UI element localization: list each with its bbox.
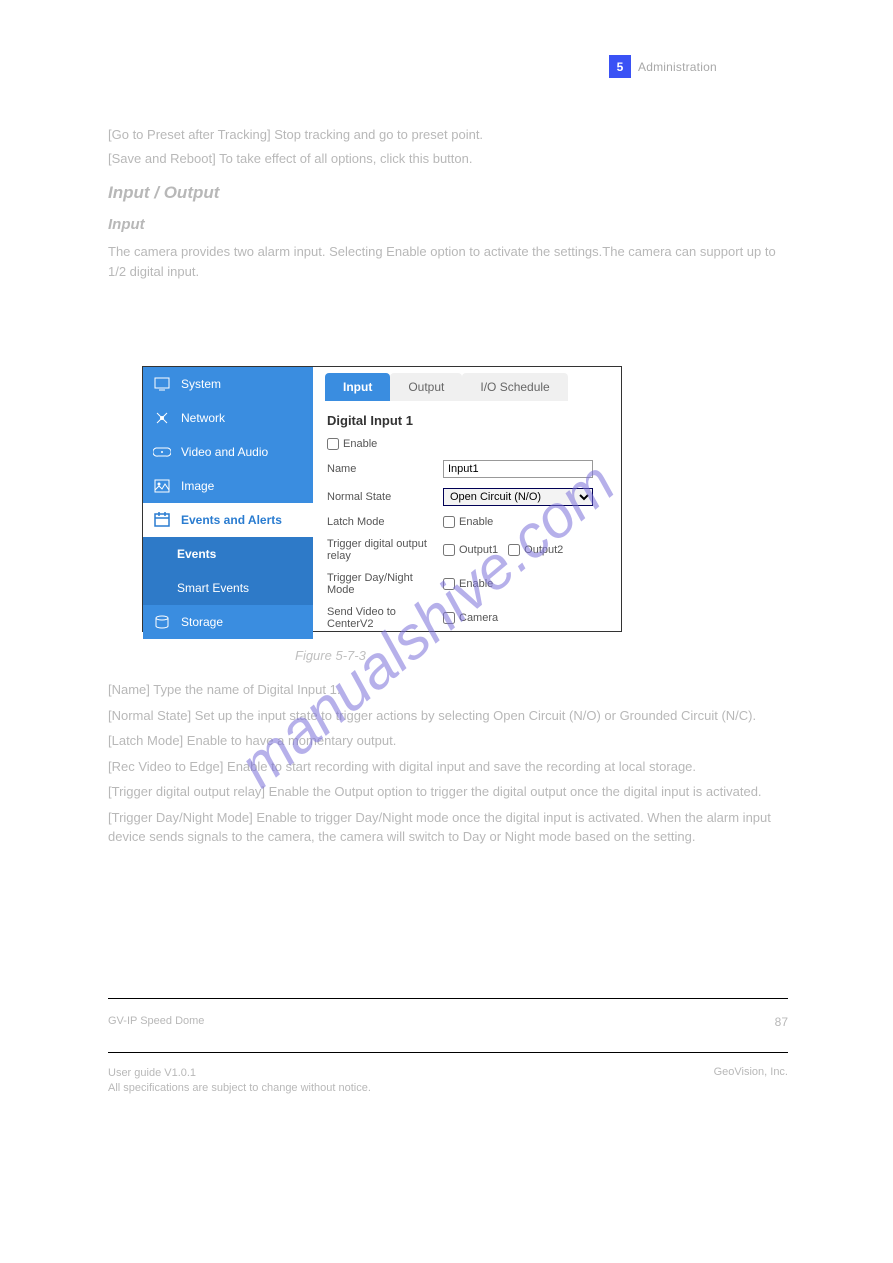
- intro-term-1: [Go to Preset after Tracking]: [108, 127, 271, 142]
- term-name: [Name]: [108, 682, 150, 697]
- header-chapter: Administration: [638, 60, 717, 74]
- intro-content: [Go to Preset after Tracking] Stop track…: [108, 125, 788, 285]
- row-enable: Enable: [327, 438, 607, 450]
- camera-icon: [153, 443, 171, 461]
- sidebar-item-video[interactable]: Video and Audio: [143, 435, 313, 469]
- row-send-video: Send Video to CenterV2 Camera: [327, 606, 607, 630]
- term-relay: [Trigger digital output relay]: [108, 784, 265, 799]
- term-rec: [Rec Video to Edge]: [108, 759, 223, 774]
- image-icon: [153, 477, 171, 495]
- output1-checkbox[interactable]: Output1: [443, 544, 498, 556]
- footer-product: GV-IP Speed Dome: [108, 1015, 204, 1027]
- enable-checkbox[interactable]: Enable: [327, 438, 377, 450]
- below-figure: [Name] Type the name of Digital Input 1.…: [108, 680, 788, 853]
- submenu-events[interactable]: Events: [177, 537, 313, 571]
- panel-title: Digital Input 1: [327, 413, 607, 428]
- divider-1: [108, 998, 788, 999]
- footer-page-number: 87: [775, 1015, 788, 1029]
- row-trigger-relay: Trigger digital output relay Output1 Out…: [327, 538, 607, 562]
- sidebar-label: Network: [181, 411, 225, 425]
- normal-state-label: Normal State: [327, 491, 443, 503]
- intro-line-1: [Go to Preset after Tracking] Stop track…: [108, 125, 788, 145]
- trigger-dn-checkbox[interactable]: Enable: [443, 578, 493, 590]
- tabs: Input Output I/O Schedule: [313, 367, 621, 401]
- intro-line-3: The camera provides two alarm input. Sel…: [108, 242, 788, 281]
- row-name: Name: [327, 460, 607, 478]
- normal-state-select[interactable]: Open Circuit (N/O): [443, 488, 593, 506]
- intro-line-2: [Save and Reboot] To take effect of all …: [108, 149, 788, 169]
- monitor-icon: [153, 375, 171, 393]
- sidebar: System Network Video and Audio Image Eve…: [143, 367, 313, 631]
- sidebar-item-system[interactable]: System: [143, 367, 313, 401]
- subfooter-left: User guide V1.0.1 All specifications are…: [108, 1066, 371, 1097]
- trigger-relay-label: Trigger digital output relay: [327, 538, 443, 562]
- subfooter-right: GeoVision, Inc.: [714, 1066, 788, 1078]
- figure-caption: Figure 5-7-3: [295, 648, 366, 663]
- submenu-smart-events[interactable]: Smart Events: [177, 571, 313, 605]
- storage-icon: [153, 613, 171, 631]
- name-label: Name: [327, 463, 443, 475]
- term-dn: [Trigger Day/Night Mode]: [108, 810, 253, 825]
- term-normal: [Normal State]: [108, 708, 191, 723]
- divider-2: [108, 1052, 788, 1053]
- sidebar-item-network[interactable]: Network: [143, 401, 313, 435]
- tab-output[interactable]: Output: [390, 373, 462, 401]
- sidebar-item-events[interactable]: Events and Alerts: [143, 503, 313, 537]
- sidebar-label: Image: [181, 479, 214, 493]
- camera-checkbox[interactable]: Camera: [443, 612, 498, 624]
- page-number-badge: 5: [609, 55, 631, 78]
- embedded-screenshot: System Network Video and Audio Image Eve…: [142, 366, 622, 632]
- sidebar-item-image[interactable]: Image: [143, 469, 313, 503]
- subsection-title: Input: [108, 214, 788, 237]
- term-latch: [Latch Mode]: [108, 733, 183, 748]
- panel-body: Digital Input 1 Enable Name Normal State…: [313, 401, 621, 652]
- latch-checkbox[interactable]: Enable: [443, 516, 493, 528]
- trigger-dn-label: Trigger Day/Night Mode: [327, 572, 443, 596]
- sidebar-label: Events and Alerts: [181, 513, 282, 527]
- sidebar-item-storage[interactable]: Storage: [143, 605, 313, 639]
- sendvideo-label: Send Video to CenterV2: [327, 606, 443, 630]
- latch-label: Latch Mode: [327, 516, 443, 528]
- network-icon: [153, 409, 171, 427]
- calendar-icon: [153, 511, 171, 529]
- sidebar-label: System: [181, 377, 221, 391]
- sidebar-label: Video and Audio: [181, 445, 268, 459]
- tab-io-schedule[interactable]: I/O Schedule: [462, 373, 567, 401]
- name-input[interactable]: [443, 460, 593, 478]
- row-trigger-dn: Trigger Day/Night Mode Enable: [327, 572, 607, 596]
- sidebar-submenu: Events Smart Events: [143, 537, 313, 605]
- row-normal-state: Normal State Open Circuit (N/O): [327, 488, 607, 506]
- tab-input[interactable]: Input: [325, 373, 390, 401]
- section-title: Input / Output: [108, 180, 788, 206]
- main-panel: Input Output I/O Schedule Digital Input …: [313, 367, 621, 631]
- intro-term-2: [Save and Reboot]: [108, 151, 216, 166]
- row-latch: Latch Mode Enable: [327, 516, 607, 528]
- sidebar-label: Storage: [181, 615, 223, 629]
- output2-checkbox[interactable]: Output2: [508, 544, 563, 556]
